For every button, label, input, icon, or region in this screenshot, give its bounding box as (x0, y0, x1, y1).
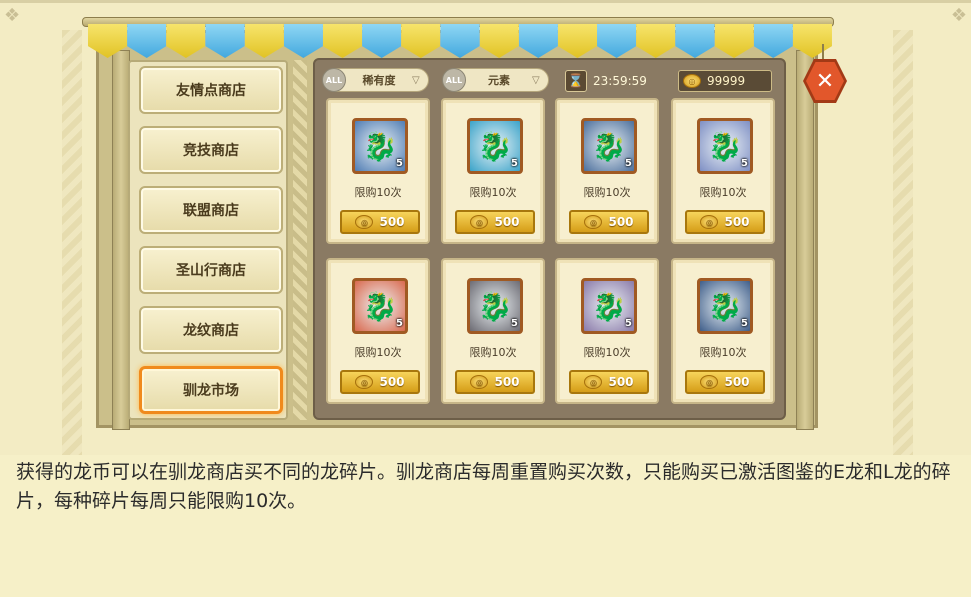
buy-button[interactable]: ◎ 500 (455, 210, 535, 234)
buy-button[interactable]: ◎ 500 (340, 370, 420, 394)
purchase-limit: 限购10次 (354, 186, 402, 199)
item-quantity: 5 (511, 158, 518, 169)
all-tag-icon: ALL (322, 68, 346, 92)
currency-display: ◎ 99999 (678, 70, 772, 92)
buy-button[interactable]: ◎ 500 (569, 370, 649, 394)
item-price: 500 (379, 375, 405, 389)
divider (293, 60, 307, 420)
coin-icon: ◎ (700, 375, 719, 389)
refresh-timer: ⌛ 23:59:59 (565, 68, 661, 94)
rarity-filter-label: 稀有度 (362, 74, 396, 87)
shop-item-card[interactable]: 🐉 5 限购10次 ◎ 500 (671, 258, 775, 404)
item-price: 500 (379, 215, 405, 229)
right-pillar (893, 30, 913, 455)
item-price: 500 (608, 375, 634, 389)
coin-icon: ◎ (470, 215, 489, 229)
shop-menu: 友情点商店 竞技商店 联盟商店 圣山行商店 龙纹商店 驯龙市场 (128, 60, 288, 420)
rarity-filter-dropdown[interactable]: ALL 稀有度 ▽ (322, 68, 429, 92)
hourglass-icon: ⌛ (565, 70, 587, 92)
awning (88, 24, 832, 58)
buy-button[interactable]: ◎ 500 (569, 210, 649, 234)
coin-icon: ◎ (700, 215, 719, 229)
menu-item-friendship-shop[interactable]: 友情点商店 (139, 66, 283, 114)
item-quantity: 5 (625, 318, 632, 329)
menu-item-arena-shop[interactable]: 竞技商店 (139, 126, 283, 174)
menu-item-alliance-shop[interactable]: 联盟商店 (139, 186, 283, 234)
purchase-limit: 限购10次 (699, 346, 747, 359)
description-text: 获得的龙币可以在驯龙商店买不同的龙碎片。驯龙商店每周重置购买次数，只能购买已激活… (16, 461, 951, 512)
timer-value: 23:59:59 (593, 74, 647, 88)
element-filter-dropdown[interactable]: ALL 元素 ▽ (442, 68, 549, 92)
coin-icon: ◎ (470, 375, 489, 389)
item-quantity: 5 (741, 158, 748, 169)
item-price: 500 (724, 215, 750, 229)
item-quantity: 5 (741, 318, 748, 329)
coin-icon: ◎ (355, 375, 374, 389)
all-tag-icon: ALL (442, 68, 466, 92)
currency-value: 99999 (707, 74, 746, 88)
coin-icon: ◎ (683, 74, 701, 88)
shop-item-card[interactable]: 🐉 5 限购10次 ◎ 500 (441, 98, 545, 244)
coin-icon: ◎ (355, 215, 374, 229)
item-price: 500 (494, 375, 520, 389)
item-quantity: 5 (511, 318, 518, 329)
menu-item-dragon-pattern-shop[interactable]: 龙纹商店 (139, 306, 283, 354)
item-quantity: 5 (625, 158, 632, 169)
left-pillar (62, 30, 82, 455)
coin-icon: ◎ (584, 215, 603, 229)
menu-item-holy-mountain-shop[interactable]: 圣山行商店 (139, 246, 283, 294)
coin-icon: ◎ (584, 375, 603, 389)
shop-item-card[interactable]: 🐉 5 限购10次 ◎ 500 (326, 98, 430, 244)
purchase-limit: 限购10次 (354, 346, 402, 359)
item-quantity: 5 (396, 318, 403, 329)
element-filter-label: 元素 (488, 74, 510, 87)
buy-button[interactable]: ◎ 500 (685, 370, 765, 394)
chevron-down-icon: ▽ (412, 74, 420, 86)
corner-ornament: ❖ (4, 5, 21, 26)
item-price: 500 (494, 215, 520, 229)
shop-item-card[interactable]: 🐉 5 限购10次 ◎ 500 (441, 258, 545, 404)
menu-item-dragon-market[interactable]: 驯龙市场 (139, 366, 283, 414)
item-price: 500 (608, 215, 634, 229)
purchase-limit: 限购10次 (583, 186, 631, 199)
item-quantity: 5 (396, 158, 403, 169)
shop-item-card[interactable]: 🐉 5 限购10次 ◎ 500 (555, 98, 659, 244)
corner-ornament: ❖ (950, 5, 967, 26)
purchase-limit: 限购10次 (699, 186, 747, 199)
shop-item-card[interactable]: 🐉 5 限购10次 ◎ 500 (555, 258, 659, 404)
shop-item-card[interactable]: 🐉 5 限购10次 ◎ 500 (326, 258, 430, 404)
buy-button[interactable]: ◎ 500 (455, 370, 535, 394)
purchase-limit: 限购10次 (469, 186, 517, 199)
purchase-limit: 限购10次 (583, 346, 631, 359)
chevron-down-icon: ▽ (532, 74, 540, 86)
shop-item-card[interactable]: 🐉 5 限购10次 ◎ 500 (671, 98, 775, 244)
buy-button[interactable]: ◎ 500 (685, 210, 765, 234)
close-icon: ✕ (815, 68, 835, 94)
booth-post (796, 50, 814, 430)
purchase-limit: 限购10次 (469, 346, 517, 359)
buy-button[interactable]: ◎ 500 (340, 210, 420, 234)
item-price: 500 (724, 375, 750, 389)
